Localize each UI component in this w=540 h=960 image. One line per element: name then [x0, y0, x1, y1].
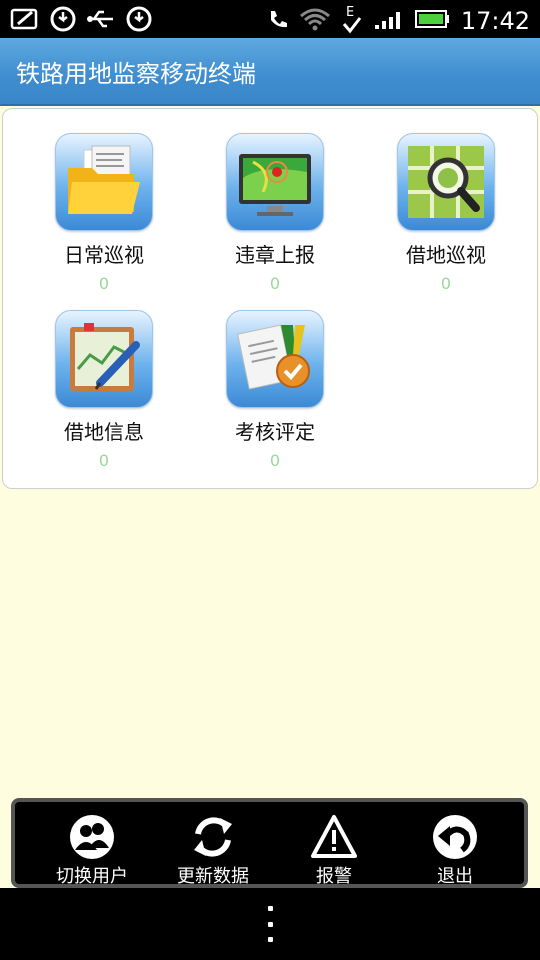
signal-icon: [373, 8, 405, 34]
menu-item-borrowed-land-info[interactable]: 借地信息 0: [34, 310, 174, 470]
menu-item-count: 0: [98, 451, 110, 470]
wifi-icon: [299, 7, 331, 35]
menu-item-label: 日常巡视: [64, 243, 144, 267]
sync-icon: [48, 5, 78, 33]
menu-grid: 日常巡视 0 违章上报 0 借地巡视 0 借地信息 0 考核评定 0: [2, 108, 538, 489]
alarm-label: 报警: [316, 866, 352, 887]
navigation-bar: [0, 888, 540, 960]
update-data-button[interactable]: 更新数据: [158, 814, 268, 888]
menu-item-label: 借地信息: [64, 420, 144, 444]
users-icon: [37, 814, 147, 860]
menu-item-borrowed-land-patrol[interactable]: 借地巡视 0: [376, 133, 516, 293]
switch-user-button[interactable]: 切换用户: [37, 814, 147, 888]
call-icon: [267, 8, 289, 34]
exit-button[interactable]: 退出: [400, 814, 510, 888]
menu-item-count: 0: [98, 274, 110, 293]
warning-icon: [279, 814, 389, 860]
menu-item-count: 0: [440, 274, 452, 293]
back-arrow-icon: [400, 814, 510, 860]
menu-item-label: 借地巡视: [406, 243, 486, 267]
menu-item-violation-report[interactable]: 违章上报 0: [205, 133, 345, 293]
svg-text:E: E: [346, 5, 354, 20]
folder-icon: [55, 133, 153, 231]
status-bar: E 17:42: [0, 0, 540, 38]
title-bar: 铁路用地监察移动终端: [0, 38, 540, 106]
update-data-label: 更新数据: [177, 866, 249, 887]
app-title: 铁路用地监察移动终端: [16, 60, 256, 88]
overflow-menu-icon[interactable]: [265, 906, 275, 942]
menu-item-assessment[interactable]: 考核评定 0: [205, 310, 345, 470]
bottom-toolbar: 切换用户 更新数据 报警 退出: [11, 798, 528, 888]
menu-item-daily-patrol[interactable]: 日常巡视 0: [34, 133, 174, 293]
exit-label: 退出: [437, 866, 473, 887]
chart-pen-icon: [55, 310, 153, 408]
menu-item-label: 违章上报: [235, 243, 315, 267]
menu-item-label: 考核评定: [235, 420, 315, 444]
menu-item-count: 0: [269, 451, 281, 470]
switch-user-label: 切换用户: [56, 866, 128, 887]
map-search-icon: [397, 133, 495, 231]
monitor-map-icon: [226, 133, 324, 231]
alarm-button[interactable]: 报警: [279, 814, 389, 888]
battery-icon: [414, 9, 451, 33]
edge-icon: E: [341, 4, 363, 38]
medal-icon: [226, 310, 324, 408]
usb-icon: [86, 5, 116, 33]
note-icon: [10, 5, 40, 33]
menu-item-count: 0: [269, 274, 281, 293]
sync-icon: [124, 5, 154, 33]
refresh-icon: [158, 814, 268, 860]
clock: 17:42: [460, 7, 530, 35]
